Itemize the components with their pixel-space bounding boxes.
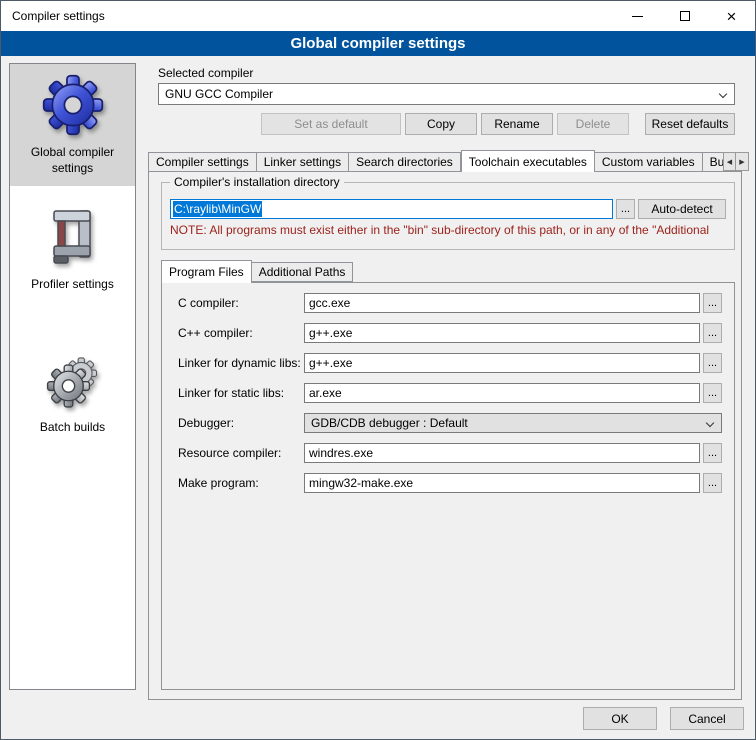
tab-search-directories[interactable]: Search directories <box>349 152 461 172</box>
resource-compiler-browse-button[interactable]: ... <box>703 443 722 463</box>
c-compiler-input[interactable] <box>304 293 700 313</box>
ok-button[interactable]: OK <box>583 707 657 730</box>
dynamic-linker-label: Linker for dynamic libs: <box>178 356 304 370</box>
selected-compiler-label: Selected compiler <box>158 66 253 80</box>
minimize-icon <box>632 16 643 17</box>
caption-buttons: × <box>614 1 755 31</box>
field-row-c-compiler: C compiler: ... <box>178 293 722 313</box>
arrow-right-icon: ▶ <box>739 158 744 166</box>
debugger-dropdown[interactable]: GDB/CDB debugger : Default <box>304 413 722 433</box>
tab-program-files[interactable]: Program Files <box>161 260 252 283</box>
tab-additional-paths[interactable]: Additional Paths <box>252 262 354 282</box>
delete-button[interactable]: Delete <box>557 113 629 135</box>
debugger-value: GDB/CDB debugger : Default <box>311 416 468 430</box>
install-dir-browse-button[interactable]: ... <box>616 199 635 219</box>
debugger-label: Debugger: <box>178 416 304 430</box>
compiler-settings-dialog: Compiler settings × Global compiler sett… <box>0 0 756 740</box>
autodetect-button[interactable]: Auto-detect <box>638 199 726 219</box>
minimize-button[interactable] <box>614 1 661 31</box>
sidebar-item-global-compiler-settings[interactable]: Global compiler settings <box>10 64 135 186</box>
install-dir-group: Compiler's installation directory C:\ray… <box>161 182 735 250</box>
c-compiler-browse-button[interactable]: ... <box>703 293 722 313</box>
sidebar-item-profiler-settings[interactable]: Profiler settings <box>10 196 135 303</box>
set-as-default-button[interactable]: Set as default <box>261 113 401 135</box>
reset-defaults-button[interactable]: Reset defaults <box>645 113 735 135</box>
selected-compiler-dropdown[interactable]: GNU GCC Compiler <box>158 83 735 105</box>
close-icon: × <box>727 8 737 25</box>
field-row-static-linker: Linker for static libs: ... <box>178 383 722 403</box>
make-program-label: Make program: <box>178 476 304 490</box>
tab-custom-variables[interactable]: Custom variables <box>595 152 703 172</box>
clamp-tool-icon <box>14 204 131 270</box>
sidebar-item-label: Global compiler settings <box>14 145 131 176</box>
field-row-make-program: Make program: ... <box>178 473 722 493</box>
titlebar: Compiler settings × <box>1 1 755 31</box>
tab-scroll-left-button[interactable]: ◀ <box>723 152 736 171</box>
rename-button[interactable]: Rename <box>481 113 553 135</box>
tab-toolchain-executables[interactable]: Toolchain executables <box>461 150 595 172</box>
make-program-browse-button[interactable]: ... <box>703 473 722 493</box>
program-tabs: Program Files Additional Paths <box>161 260 353 282</box>
maximize-icon <box>680 11 690 21</box>
chevron-down-icon <box>719 90 727 98</box>
dialog-footer: OK Cancel <box>583 707 744 730</box>
install-dir-note: NOTE: All programs must exist either in … <box>170 223 726 237</box>
tab-linker-settings[interactable]: Linker settings <box>257 152 349 172</box>
c-compiler-label: C compiler: <box>178 296 304 310</box>
field-row-resource-compiler: Resource compiler: ... <box>178 443 722 463</box>
cpp-compiler-browse-button[interactable]: ... <box>703 323 722 343</box>
tab-build-options[interactable]: Build <box>703 152 723 172</box>
tab-scroll-right-button[interactable]: ▶ <box>736 152 749 171</box>
install-dir-selected-text: C:\raylib\MinGW <box>173 201 262 217</box>
make-program-input[interactable] <box>304 473 700 493</box>
static-linker-browse-button[interactable]: ... <box>703 383 722 403</box>
dynamic-linker-browse-button[interactable]: ... <box>703 353 722 373</box>
maximize-button[interactable] <box>661 1 708 31</box>
copy-button[interactable]: Copy <box>405 113 477 135</box>
selected-compiler-value: GNU GCC Compiler <box>165 87 273 101</box>
field-row-dynamic-linker: Linker for dynamic libs: ... <box>178 353 722 373</box>
gear-gray-icon <box>14 347 131 413</box>
cancel-button[interactable]: Cancel <box>670 707 744 730</box>
field-row-debugger: Debugger: GDB/CDB debugger : Default <box>178 413 722 433</box>
install-dir-input[interactable]: C:\raylib\MinGW <box>170 199 613 219</box>
dynamic-linker-input[interactable] <box>304 353 700 373</box>
arrow-left-icon: ◀ <box>727 158 732 166</box>
page-title: Global compiler settings <box>1 31 755 56</box>
static-linker-input[interactable] <box>304 383 700 403</box>
resource-compiler-input[interactable] <box>304 443 700 463</box>
tab-scroll-buttons: ◀ ▶ <box>723 152 749 171</box>
install-dir-group-title: Compiler's installation directory <box>170 175 344 189</box>
cpp-compiler-input[interactable] <box>304 323 700 343</box>
toolchain-executables-panel: Compiler's installation directory C:\ray… <box>148 171 742 700</box>
sidebar-item-label: Batch builds <box>14 420 131 436</box>
close-button[interactable]: × <box>708 1 755 31</box>
settings-tabs: Compiler settings Linker settings Search… <box>148 150 723 172</box>
settings-sidebar: Global compiler settings Profiler settin… <box>9 63 136 690</box>
gear-blue-icon <box>14 72 131 138</box>
sidebar-item-batch-builds[interactable]: Batch builds <box>10 339 135 446</box>
static-linker-label: Linker for static libs: <box>178 386 304 400</box>
window-title: Compiler settings <box>1 9 105 23</box>
cpp-compiler-label: C++ compiler: <box>178 326 304 340</box>
resource-compiler-label: Resource compiler: <box>178 446 304 460</box>
sidebar-item-label: Profiler settings <box>14 277 131 293</box>
tab-compiler-settings[interactable]: Compiler settings <box>148 152 257 172</box>
program-files-panel: C compiler: ... C++ compiler: ... Linker… <box>161 282 735 690</box>
compiler-actions: Set as default Copy Rename Delete Reset … <box>148 113 735 135</box>
chevron-down-icon <box>706 419 714 427</box>
field-row-cpp-compiler: C++ compiler: ... <box>178 323 722 343</box>
